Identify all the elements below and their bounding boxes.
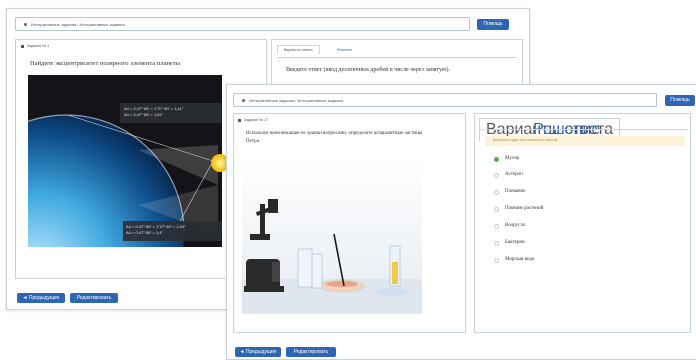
option-radio[interactable] — [494, 173, 499, 178]
option-label[interactable]: Мухир — [505, 156, 520, 161]
hint-box: Выберите один или несколько ответов — [485, 136, 685, 146]
option-label[interactable]: Волрусло — [505, 223, 525, 228]
help-button[interactable]: Помощь — [665, 95, 695, 106]
option-label[interactable]: Помним растений — [505, 206, 543, 211]
prev-button[interactable]: ◄ Предыдущее — [235, 347, 281, 357]
overlay-top: A4 = 0,47°·85' = 1°27'·60' = 1,41° A4 = … — [124, 106, 183, 118]
answer-prompt: Введите ответ (ввод десятичных дробей в … — [286, 67, 450, 73]
breadcrumb: Интерактивные задания / Интерактивные за… — [31, 22, 125, 27]
task-icon — [21, 44, 24, 48]
breadcrumb: Интерактивные задания / Интерактивные за… — [249, 98, 343, 103]
planet-figure: A4 = 0,47°·85' = 1°27'·60' = 1,41° A4 = … — [28, 75, 222, 247]
edit-button[interactable]: Редактировать — [286, 347, 336, 357]
bullet-icon — [24, 23, 27, 27]
option-label[interactable]: Плевание — [505, 189, 525, 194]
option-label[interactable]: Астероп — [505, 172, 523, 177]
option-radio[interactable] — [494, 190, 499, 195]
question-text: Используя нижележащие из хранки вопросам… — [246, 131, 423, 144]
option-radio[interactable] — [494, 224, 499, 229]
task-title: Задание № 4 — [27, 44, 50, 48]
tab-divider — [277, 57, 517, 58]
tab-divider — [479, 129, 687, 130]
front-window: Интерактивные задания / Интерактивные за… — [226, 84, 696, 360]
task-icon — [238, 118, 241, 122]
edit-button[interactable]: Редактировать — [70, 293, 118, 303]
prev-button[interactable]: ◄ Предыдущее — [17, 293, 65, 303]
question-text: Найдите эксцентриситет полярного элемент… — [30, 60, 181, 67]
answer-panel: Варианты ответа Решение Выберите один ил… — [474, 113, 691, 333]
option-label[interactable]: Морская вода — [505, 257, 534, 262]
task-title-wrap: Задание № 4 — [21, 44, 49, 48]
option-label[interactable]: Бактерии — [505, 240, 525, 245]
overlay-line: A4 = 0,47°·85' = 1,4° — [126, 230, 164, 235]
task-panel: Задание № 17 Используя нижележащие из хр… — [233, 113, 466, 333]
option-radio[interactable] — [494, 241, 499, 246]
task-title-wrap: Задание № 17 — [238, 118, 268, 122]
overlay-bottom: A4 = 0,47°·85' = 1°27'·60' = 1,40° A4 = … — [126, 224, 185, 236]
planet-illustration — [28, 75, 222, 247]
overlay-line: A4 = 0,47°·85' = 1,61° — [124, 112, 164, 117]
bullet-icon — [242, 99, 245, 103]
option-radio[interactable] — [494, 258, 499, 263]
task-title: Задание № 17 — [244, 118, 269, 122]
option-radio[interactable] — [494, 207, 499, 212]
option-radio[interactable] — [494, 157, 499, 162]
breadcrumb-bar: Интерактивные задания / Интерактивные за… — [233, 93, 657, 107]
breadcrumb-bar: Интерактивные задания / Интерактивные за… — [15, 17, 470, 31]
lab-illustration — [242, 154, 422, 314]
tab-answers[interactable]: Варианты ответа — [277, 45, 320, 54]
help-button[interactable]: Помощь — [477, 19, 509, 30]
hint-text: Выберите один или несколько ответов — [493, 138, 558, 142]
tab-solution[interactable]: Решение — [337, 48, 352, 52]
